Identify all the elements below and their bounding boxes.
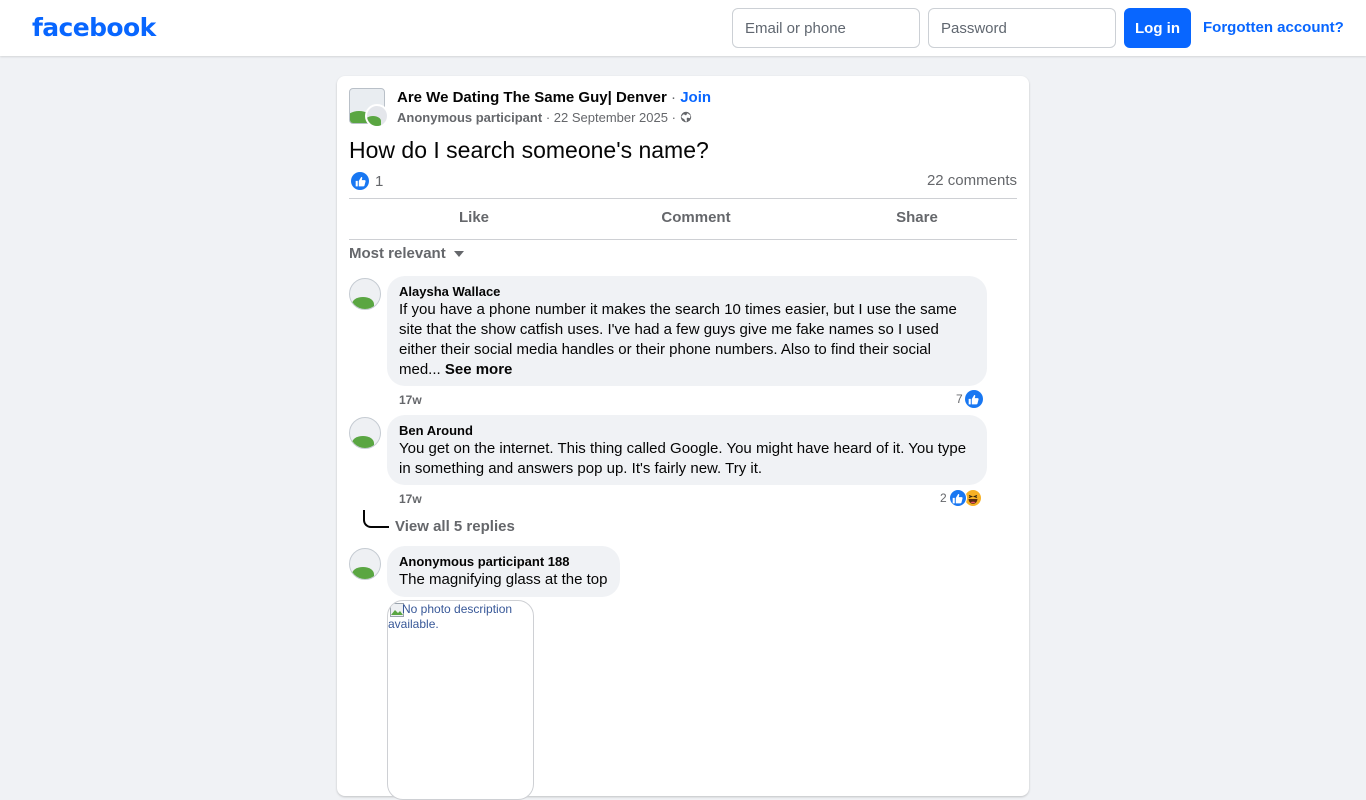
commenter-name[interactable]: Ben Around bbox=[399, 423, 975, 439]
avatar[interactable] bbox=[349, 417, 381, 449]
thumbs-up-icon bbox=[952, 493, 963, 503]
post-date[interactable]: 22 September 2025 bbox=[554, 110, 668, 125]
like-reaction-icon bbox=[948, 489, 967, 507]
reaction-count: 2 bbox=[940, 491, 947, 505]
like-button[interactable]: Like bbox=[364, 208, 584, 228]
sort-label: Most relevant bbox=[349, 245, 446, 262]
comment-bubble: Ben Around You get on the internet. This… bbox=[387, 415, 987, 485]
comment-bubble: Anonymous participant 188 The magnifying… bbox=[387, 546, 620, 597]
comment-text: If you have a phone number it makes the … bbox=[399, 300, 975, 380]
comment-text: You get on the internet. This thing call… bbox=[399, 440, 967, 477]
post-author[interactable]: Anonymous participant bbox=[397, 110, 542, 125]
caret-down-icon bbox=[453, 251, 464, 258]
top-bar: facebook Log in Forgotten account? bbox=[0, 0, 1366, 56]
laughing-face-icon bbox=[968, 494, 978, 504]
group-avatar[interactable] bbox=[349, 88, 389, 128]
author-avatar bbox=[365, 104, 389, 128]
join-link[interactable]: Join bbox=[680, 89, 711, 106]
comment-reactions[interactable]: 2 bbox=[940, 489, 982, 507]
comment-time[interactable]: 17w bbox=[399, 492, 422, 506]
comment-photo-attachment[interactable]: No photo description available. bbox=[387, 600, 534, 800]
thumbs-up-icon bbox=[355, 176, 366, 186]
facebook-logo[interactable]: facebook bbox=[32, 12, 156, 44]
comment-time[interactable]: 17w bbox=[399, 393, 422, 407]
divider bbox=[349, 198, 1017, 199]
view-replies-link[interactable]: View all 5 replies bbox=[395, 517, 515, 537]
comment-bubble: Alaysha Wallace If you have a phone numb… bbox=[387, 276, 987, 386]
post-header: Are We Dating The Same Guy| Denver · Joi… bbox=[397, 89, 711, 107]
email-field[interactable] bbox=[732, 8, 920, 48]
sort-dropdown[interactable]: Most relevant bbox=[349, 244, 464, 264]
share-button[interactable]: Share bbox=[807, 208, 1027, 228]
post-like-count[interactable]: 1 bbox=[375, 173, 383, 191]
commenter-name[interactable]: Alaysha Wallace bbox=[399, 284, 975, 300]
image-alt-text: No photo description available. bbox=[388, 602, 513, 631]
reaction-count: 7 bbox=[956, 392, 963, 406]
post-title: How do I search someone's name? bbox=[349, 137, 709, 163]
meta-separator: · bbox=[545, 110, 551, 125]
group-name-link[interactable]: Are We Dating The Same Guy| Denver bbox=[397, 89, 667, 106]
comment-reactions[interactable]: 7 bbox=[956, 390, 983, 408]
like-reaction-icon[interactable] bbox=[351, 172, 369, 190]
like-reaction-icon bbox=[964, 390, 983, 408]
avatar[interactable] bbox=[349, 548, 381, 580]
post-meta: Anonymous participant · 22 September 202… bbox=[397, 110, 692, 126]
comment-text: The magnifying glass at the top bbox=[399, 571, 608, 588]
globe-icon bbox=[680, 111, 691, 123]
login-button[interactable]: Log in bbox=[1124, 8, 1191, 48]
avatar[interactable] bbox=[349, 278, 381, 310]
reply-thread-connector bbox=[363, 510, 389, 528]
post-comment-count[interactable]: 22 comments bbox=[927, 172, 1017, 190]
meta-separator: · bbox=[671, 110, 676, 125]
divider bbox=[349, 239, 1017, 240]
forgot-account-link[interactable]: Forgotten account? bbox=[1203, 18, 1344, 38]
see-more-link[interactable]: See more bbox=[445, 361, 513, 378]
post-card: Are We Dating The Same Guy| Denver · Joi… bbox=[337, 76, 1029, 800]
thumbs-up-icon bbox=[968, 394, 979, 404]
password-field[interactable] bbox=[928, 8, 1116, 48]
commenter-name[interactable]: Anonymous participant 188 bbox=[399, 554, 608, 570]
header-separator: · bbox=[666, 89, 681, 106]
comment-button[interactable]: Comment bbox=[586, 208, 806, 228]
